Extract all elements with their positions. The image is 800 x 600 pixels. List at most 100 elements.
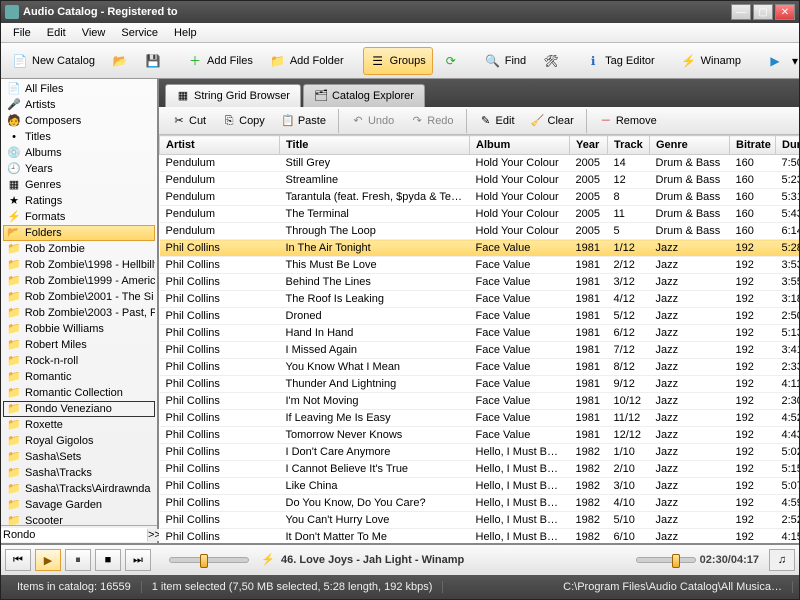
sidebar-folder[interactable]: Rob Zombie [3,241,155,257]
sidebar-folder[interactable]: Savage Garden [3,497,155,513]
play-button[interactable]: ▶ [35,549,61,571]
table-row[interactable]: Phil CollinsThis Must Be LoveFace Value1… [160,257,800,274]
column-header[interactable]: Year [570,136,608,155]
paste-button[interactable]: 📋Paste [274,111,333,131]
menu-service[interactable]: Service [113,25,166,41]
sidebar-cat[interactable]: ▦Genres [3,177,155,193]
filter-input[interactable] [1,528,147,542]
sidebar-cat[interactable]: 🎤Artists [3,97,155,113]
table-row[interactable]: Phil CollinsI Don't Care AnymoreHello, I… [160,444,800,461]
save-button[interactable]: 💾 [138,47,168,75]
sidebar-tree[interactable]: 📄All Files🎤Artists🧑Composers•Titles💿Albu… [1,79,157,525]
table-row[interactable]: Phil CollinsI Missed AgainFace Value1981… [160,342,800,359]
table-row[interactable]: Phil CollinsIf Leaving Me Is EasyFace Va… [160,410,800,427]
table-row[interactable]: Phil CollinsHand In HandFace Value19816/… [160,325,800,342]
table-row[interactable]: Phil CollinsLike ChinaHello, I Must Be G… [160,478,800,495]
sidebar-folder[interactable]: Rob Zombie\2003 - Past, P [3,305,155,321]
sidebar-folder[interactable]: Rob Zombie\2001 - The Si [3,289,155,305]
sidebar-folder[interactable]: Roxette [3,417,155,433]
maximize-button[interactable]: ▢ [753,4,773,20]
next-button[interactable]: ⏭ [125,549,151,571]
table-row[interactable]: Phil CollinsYou Know What I MeanFace Val… [160,359,800,376]
cut-button[interactable]: ✂Cut [165,111,213,131]
table-row[interactable]: Phil CollinsIt Don't Matter To MeHello, … [160,529,800,544]
add-folder-button[interactable]: 📁Add Folder [263,47,351,75]
clear-button[interactable]: 🧹Clear [524,111,581,131]
table-row[interactable]: PendulumTarantula (feat. Fresh, $pyda & … [160,189,800,206]
sidebar-folder[interactable]: Sasha\Sets [3,449,155,465]
seek-knob[interactable] [672,554,680,568]
column-header[interactable]: Album [470,136,570,155]
refresh-button[interactable]: ⟳ [436,47,466,75]
sidebar-cat[interactable]: ★Ratings [3,193,155,209]
titlebar[interactable]: Audio Catalog - Registered to — ▢ ✕ [1,1,799,23]
seek-slider[interactable] [636,557,696,563]
pause-button[interactable]: ⏸ [65,549,91,571]
sidebar-folder[interactable]: Scooter [3,513,155,525]
sidebar-folder[interactable]: Romantic [3,369,155,385]
find-button[interactable]: 🔍Find [478,47,533,75]
column-header[interactable]: Track [608,136,650,155]
sidebar-folder[interactable]: Romantic Collection [3,385,155,401]
table-row[interactable]: Phil CollinsBehind The LinesFace Value19… [160,274,800,291]
sidebar-folder[interactable]: Rob Zombie\1999 - Americ [3,273,155,289]
table-row[interactable]: Phil CollinsThe Roof Is LeakingFace Valu… [160,291,800,308]
settings-button[interactable]: 🛠 [536,47,566,75]
play-dropdown-button[interactable]: ▶▾ [760,47,800,75]
column-header[interactable]: Bitrate [730,136,776,155]
table-row[interactable]: Phil CollinsDo You Know, Do You Care?Hel… [160,495,800,512]
column-header[interactable]: Artist [160,136,280,155]
table-row[interactable]: PendulumThrough The LoopHold Your Colour… [160,223,800,240]
table-row[interactable]: Phil CollinsI'm Not MovingFace Value1981… [160,393,800,410]
column-header[interactable]: Genre [650,136,730,155]
menu-view[interactable]: View [74,25,114,41]
sidebar-folder[interactable]: Robert Miles [3,337,155,353]
edit-button[interactable]: ✎Edit [472,111,522,131]
sidebar-folder[interactable]: Robbie Williams [3,321,155,337]
menu-help[interactable]: Help [166,25,205,41]
table-row[interactable]: Phil CollinsTomorrow Never KnowsFace Val… [160,427,800,444]
sidebar-cat[interactable]: 🕘Years [3,161,155,177]
sidebar-cat[interactable]: 📄All Files [3,81,155,97]
open-button[interactable]: 📂 [105,47,135,75]
table-row[interactable]: Phil CollinsI Cannot Believe It's TrueHe… [160,461,800,478]
table-row[interactable]: PendulumStreamlineHold Your Colour200512… [160,172,800,189]
sidebar-folder[interactable]: Rob Zombie\1998 - Hellbilly [3,257,155,273]
tab-string-grid[interactable]: ▦String Grid Browser [165,84,301,107]
sidebar-folder[interactable]: Sasha\Tracks [3,465,155,481]
new-catalog-button[interactable]: 📄New Catalog [5,47,102,75]
minimize-button[interactable]: — [731,4,751,20]
table-row[interactable]: PendulumStill GreyHold Your Colour200514… [160,155,800,172]
volume-knob[interactable] [200,554,208,568]
groups-button[interactable]: ☰Groups [363,47,433,75]
data-grid[interactable]: ArtistTitleAlbumYearTrackGenreBitrateDur… [159,135,799,543]
prev-button[interactable]: ⏮ [5,549,31,571]
table-row[interactable]: Phil CollinsIn The Air TonightFace Value… [160,240,800,257]
column-header[interactable]: Title [280,136,470,155]
table-row[interactable]: Phil CollinsThunder And LightningFace Va… [160,376,800,393]
table-row[interactable]: PendulumThe TerminalHold Your Colour2005… [160,206,800,223]
sidebar-folder[interactable]: Royal Gigolos [3,433,155,449]
table-row[interactable]: Phil CollinsYou Can't Hurry LoveHello, I… [160,512,800,529]
menu-edit[interactable]: Edit [39,25,74,41]
remove-button[interactable]: －Remove [592,111,664,131]
sidebar-cat[interactable]: •Titles [3,129,155,145]
menu-file[interactable]: File [5,25,39,41]
tag-editor-button[interactable]: ℹTag Editor [578,47,662,75]
copy-button[interactable]: ⎘Copy [215,111,272,131]
sidebar-cat[interactable]: 💿Albums [3,145,155,161]
volume-slider[interactable] [169,557,249,563]
redo-button[interactable]: ↷Redo [403,111,460,131]
stop-button[interactable]: ■ [95,549,121,571]
tab-catalog-explorer[interactable]: 🗂Catalog Explorer [303,84,425,107]
add-files-button[interactable]: ＋Add Files [180,47,260,75]
winamp-button[interactable]: ⚡Winamp [674,47,748,75]
undo-button[interactable]: ↶Undo [344,111,401,131]
sidebar-cat[interactable]: ⚡Formats [3,209,155,225]
close-button[interactable]: ✕ [775,4,795,20]
eq-button[interactable]: ♫ [769,549,795,571]
sidebar-folder[interactable]: Rondo Veneziano [3,401,155,417]
sidebar-cat[interactable]: 🧑Composers [3,113,155,129]
sidebar-folder[interactable]: Rock-n-roll [3,353,155,369]
table-row[interactable]: Phil CollinsDronedFace Value19815/12Jazz… [160,308,800,325]
